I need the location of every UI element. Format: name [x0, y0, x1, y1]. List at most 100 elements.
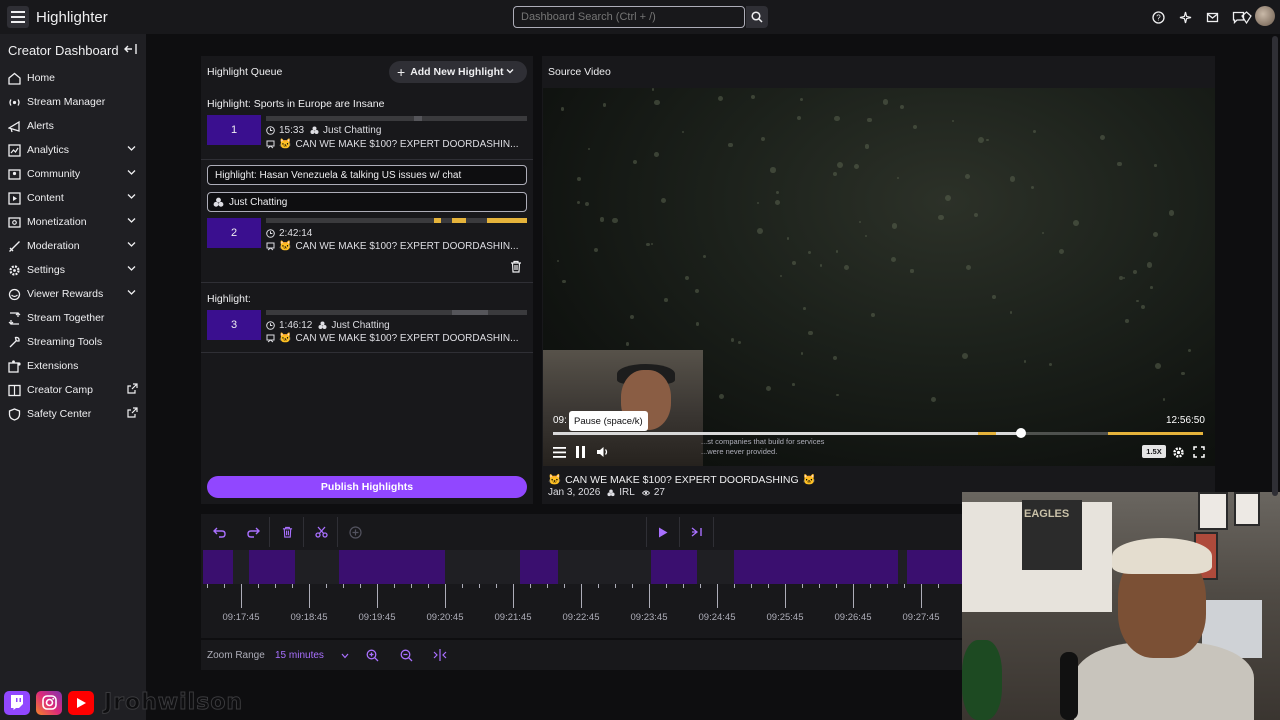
bits-icon[interactable]	[1238, 9, 1254, 25]
pause-tooltip: Pause (space/k)	[569, 411, 648, 431]
sidebar-item-settings[interactable]: Settings	[0, 258, 146, 282]
home-icon	[8, 72, 21, 85]
sidebar-item-analytics[interactable]: Analytics	[0, 138, 146, 162]
trash-icon[interactable]	[276, 521, 298, 543]
instagram-icon	[36, 690, 62, 715]
sidebar-item-monetization[interactable]: Monetization	[0, 210, 146, 234]
extension-icon	[8, 359, 21, 373]
video-speck	[1099, 134, 1105, 140]
sidebar-item-creator-camp[interactable]: Creator Camp	[0, 378, 146, 402]
sidebar-item-community[interactable]: Community	[0, 162, 146, 186]
highlight-segment[interactable]	[339, 550, 445, 584]
play-icon[interactable]	[652, 521, 674, 543]
collapse-sidebar-icon[interactable]	[124, 43, 137, 55]
page-scrollbar[interactable]	[1272, 36, 1278, 496]
external-link-icon[interactable]	[127, 383, 138, 394]
social-overlay: Jrohwilson	[4, 690, 243, 716]
highlight-2-meta: 2:42:14	[266, 228, 312, 239]
source-icon	[266, 242, 275, 251]
volume-icon[interactable]	[594, 444, 610, 460]
publish-highlights-button[interactable]: Publish Highlights	[207, 476, 527, 498]
help-icon[interactable]: ?	[1150, 9, 1166, 25]
highlight-2-category-input[interactable]: Just Chatting	[207, 192, 527, 212]
fullscreen-icon[interactable]	[1191, 444, 1207, 460]
highlight-segment[interactable]	[249, 550, 295, 584]
sidebar-item-safety-center[interactable]: Safety Center	[0, 402, 146, 426]
zoom-range-select[interactable]: 15 minutes	[275, 650, 351, 661]
zoom-in-icon[interactable]	[364, 647, 380, 663]
sidebar-item-viewer-rewards[interactable]: Viewer Rewards	[0, 282, 146, 306]
highlight-segment[interactable]	[203, 550, 233, 584]
sidebar-item-alerts[interactable]: Alerts	[0, 114, 146, 138]
highlight-segment[interactable]	[734, 550, 898, 584]
inbox-icon[interactable]	[1204, 9, 1220, 25]
sidebar-item-content[interactable]: Content	[0, 186, 146, 210]
chevron-down-icon[interactable]	[505, 66, 515, 76]
menu-icon[interactable]	[7, 6, 29, 28]
highlight-2-number[interactable]: 2	[207, 218, 261, 248]
video-scrubber[interactable]	[553, 428, 1203, 438]
chevron-down-icon[interactable]	[127, 265, 136, 272]
magic-icon[interactable]	[1177, 9, 1193, 25]
external-link-icon[interactable]	[127, 407, 138, 418]
highlight-3-number[interactable]: 3	[207, 310, 261, 340]
caption-line-2: ...were never provided.	[701, 447, 778, 456]
sidebar-item-stream-together[interactable]: Stream Together	[0, 306, 146, 330]
sidebar-item-moderation[interactable]: Moderation	[0, 234, 146, 258]
video-speck	[1118, 275, 1123, 280]
timeline-tick	[547, 584, 548, 588]
redo-icon[interactable]	[242, 521, 264, 543]
search-button[interactable]	[746, 6, 768, 28]
highlight-1-title[interactable]: Highlight: Sports in Europe are Insane	[207, 98, 384, 110]
chevron-down-icon[interactable]	[127, 169, 136, 176]
timeline-tick-label: 09:23:45	[630, 612, 668, 623]
pause-icon[interactable]	[572, 444, 588, 460]
highlight-segment[interactable]	[907, 550, 967, 584]
avatar[interactable]	[1255, 6, 1275, 26]
search-input[interactable]	[513, 6, 745, 28]
timeline-tick	[836, 584, 837, 588]
sidebar-item-label: Viewer Rewards	[27, 288, 104, 300]
highlight-segment[interactable]	[520, 550, 558, 584]
highlight-1-number[interactable]: 1	[207, 115, 261, 145]
sidebar-item-home[interactable]: Home	[0, 66, 146, 90]
sidebar-item-stream-manager[interactable]: Stream Manager	[0, 90, 146, 114]
trash-icon[interactable]	[510, 260, 522, 273]
zoom-out-icon[interactable]	[398, 647, 414, 663]
gear-icon[interactable]	[1170, 444, 1186, 460]
video-speck	[792, 383, 795, 386]
sidebar-item-streaming-tools[interactable]: Streaming Tools	[0, 330, 146, 354]
video-player[interactable]: 09: 12:56:50 Pause (space/k) ...st compa…	[543, 88, 1215, 466]
scissors-icon[interactable]	[310, 521, 332, 543]
scrubber-thumb[interactable]	[1016, 428, 1026, 438]
category-icon	[213, 197, 224, 207]
highlight-2-title-input[interactable]: Highlight: Hasan Venezuela & talking US …	[207, 165, 527, 185]
skip-to-end-icon[interactable]	[686, 521, 708, 543]
chevron-down-icon[interactable]	[127, 145, 136, 152]
playback-speed-badge[interactable]: 1.5X	[1142, 445, 1166, 458]
playlist-icon[interactable]	[551, 444, 567, 460]
video-speck	[965, 265, 971, 271]
video-speck	[951, 119, 954, 122]
fit-to-view-icon[interactable]	[432, 647, 448, 663]
sidebar-item-extensions[interactable]: Extensions	[0, 354, 146, 378]
highlight-segment[interactable]	[651, 550, 697, 584]
sidebar-item-label: Streaming Tools	[27, 336, 103, 348]
chevron-down-icon[interactable]	[127, 241, 136, 248]
video-speck	[1009, 311, 1013, 314]
undo-icon[interactable]	[208, 521, 230, 543]
highlight-3-meta: 1:46:12 Just Chatting	[266, 320, 390, 331]
video-speck	[867, 117, 872, 123]
video-speck	[808, 251, 812, 255]
timeline-tick	[717, 584, 718, 608]
sidebar-item-label: Settings	[27, 264, 65, 276]
chevron-down-icon[interactable]	[127, 193, 136, 200]
video-speck	[577, 177, 582, 182]
chevron-down-icon[interactable]	[127, 217, 136, 224]
highlight-3-duration: 1:46:12	[279, 320, 313, 331]
chevron-down-icon[interactable]	[127, 289, 136, 296]
highlight-3-title[interactable]: Highlight:	[207, 293, 251, 305]
timeline-tick-label: 09:18:45	[290, 612, 328, 623]
add-new-highlight-button[interactable]: + Add New Highlight	[389, 61, 527, 83]
add-circle-icon[interactable]	[344, 521, 366, 543]
